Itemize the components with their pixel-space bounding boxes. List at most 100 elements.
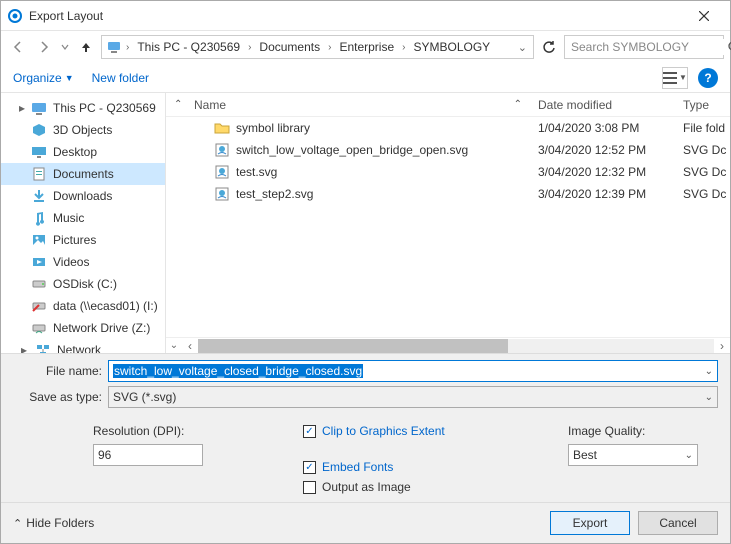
clip-checkbox[interactable]: ✓ Clip to Graphics Extent [303,424,445,438]
file-name: test_step2.svg [236,187,313,201]
file-type: SVG Dc [675,165,730,179]
close-button[interactable] [684,2,724,30]
view-options-button[interactable]: ▼ [662,67,688,89]
nav-item-netdrive[interactable]: Network Drive (Z:) [1,317,165,339]
file-name-input[interactable]: switch_low_voltage_closed_bridge_closed.… [108,360,718,382]
file-name-value: switch_low_voltage_closed_bridge_closed.… [113,364,363,378]
chevron-right-icon[interactable]: › [246,42,253,53]
nav-item-videos[interactable]: Videos [1,251,165,273]
navigation-pane: ▸This PC - Q2305693D Objects Desktop Docum… [1,93,166,353]
chevron-up-icon: ⌃ [13,517,22,530]
column-date[interactable]: Date modified [530,98,675,112]
export-options: Resolution (DPI): 96 ✓ Clip to Graphics … [1,416,730,502]
breadcrumb[interactable]: › This PC - Q230569 › Documents › Enterp… [101,35,534,59]
file-row[interactable]: test_step2.svg3/04/2020 12:39 PMSVG Dc [166,183,730,205]
column-type[interactable]: Type [675,98,730,112]
chevron-down-icon[interactable]: ⌄ [701,392,713,403]
file-name: symbol library [236,121,310,135]
nav-item-label: Documents [53,167,114,181]
nav-item-pictures[interactable]: Pictures [1,229,165,251]
file-row[interactable]: test.svg3/04/2020 12:32 PMSVG Dc [166,161,730,183]
file-date: 3/04/2020 12:52 PM [530,143,675,157]
nav-item-network[interactable]: ▸Network [1,339,165,353]
nav-item-label: Desktop [53,145,97,159]
refresh-button[interactable] [538,36,560,58]
search-input[interactable] [569,39,728,55]
save-type-select[interactable]: SVG (*.svg) ⌄ [108,386,718,408]
file-type: SVG Dc [675,143,730,157]
recent-button[interactable] [59,36,71,58]
netdrive-icon [31,320,47,336]
column-name[interactable]: Name ⌃ [186,98,530,112]
chevron-down-icon[interactable]: ⌄ [166,340,182,351]
videos-icon [31,254,47,270]
chevron-right-icon[interactable]: › [326,42,333,53]
organize-menu[interactable]: Organize ▼ [13,71,74,85]
file-row[interactable]: switch_low_voltage_open_bridge_open.svg3… [166,139,730,161]
file-list-area: ⌃ Name ⌃ Date modified Type symbol libra… [166,93,730,353]
breadcrumb-item[interactable]: Documents [255,40,324,54]
nav-item-label: OSDisk (C:) [53,277,117,291]
export-button[interactable]: Export [550,511,630,535]
svg-icon [214,164,230,180]
folder-icon [214,120,230,136]
nav-item-docs[interactable]: Documents [1,163,165,185]
breadcrumb-item[interactable]: Enterprise [335,40,398,54]
scroll-right-button[interactable]: › [714,338,730,354]
chevron-down-icon[interactable]: ⌄ [516,41,529,54]
quality-select[interactable]: Best ⌄ [568,444,698,466]
search-box[interactable] [564,35,724,59]
breadcrumb-item[interactable]: SYMBOLOGY [410,40,495,54]
disk-icon [31,276,47,292]
tree-caret-icon[interactable]: ▸ [19,101,25,115]
file-list[interactable]: symbol library1/04/2020 3:08 PMFile fold… [166,117,730,337]
output-checkbox[interactable]: Output as Image [303,480,445,494]
dialog-footer: ⌃ Hide Folders Export Cancel [1,502,730,543]
scroll-track[interactable] [198,339,714,353]
export-dialog: Export Layout › This PC - Q230569 › Docu… [0,0,731,544]
checkbox-icon: ✓ [303,461,316,474]
breadcrumb-item[interactable]: This PC - Q230569 [133,40,244,54]
nav-item-disk[interactable]: OSDisk (C:) [1,273,165,295]
toolbar: Organize ▼ New folder ▼ ? [1,63,730,93]
help-button[interactable]: ? [698,68,718,88]
nav-item-desktop[interactable]: Desktop [1,141,165,163]
nav-item-pc[interactable]: ▸This PC - Q230569 [1,97,165,119]
checkbox-icon: ✓ [303,425,316,438]
new-folder-button[interactable]: New folder [92,71,149,85]
scroll-left-button[interactable]: ‹ [182,338,198,354]
horizontal-scrollbar[interactable]: ⌄ ‹ › [166,337,730,353]
file-name-label: File name: [13,364,108,378]
expand-column[interactable]: ⌃ [166,99,186,110]
nav-item-netdrive-x[interactable]: data (\\ecasd01) (I:) [1,295,165,317]
save-fields: File name: switch_low_voltage_closed_bri… [1,353,730,416]
chevron-right-icon[interactable]: › [400,42,407,53]
nav-item-3d[interactable]: 3D Objects [1,119,165,141]
chevron-down-icon: ▼ [65,73,74,83]
docs-icon [31,166,47,182]
file-row[interactable]: symbol library1/04/2020 3:08 PMFile fold [166,117,730,139]
save-type-label: Save as type: [13,390,108,404]
embed-checkbox[interactable]: ✓ Embed Fonts [303,460,445,474]
organize-label: Organize [13,71,62,85]
nav-item-downloads[interactable]: Downloads [1,185,165,207]
chevron-right-icon[interactable]: › [124,42,131,53]
forward-button[interactable] [33,36,55,58]
scroll-thumb[interactable] [198,339,508,353]
address-bar-row: › This PC - Q230569 › Documents › Enterp… [1,31,730,63]
cancel-button[interactable]: Cancel [638,511,718,535]
tree-caret-icon[interactable]: ▸ [19,343,29,353]
up-button[interactable] [75,36,97,58]
sort-indicator-icon: ⌃ [514,99,522,110]
chevron-down-icon[interactable]: ⌄ [701,366,713,377]
pictures-icon [31,232,47,248]
nav-item-label: Videos [53,255,89,269]
resolution-input[interactable]: 96 [93,444,203,466]
chevron-down-icon: ⌄ [681,450,693,461]
music-icon [31,210,47,226]
back-button[interactable] [7,36,29,58]
svg-icon [214,142,230,158]
hide-folders-toggle[interactable]: ⌃ Hide Folders [13,516,94,530]
nav-item-music[interactable]: Music [1,207,165,229]
file-type: SVG Dc [675,187,730,201]
